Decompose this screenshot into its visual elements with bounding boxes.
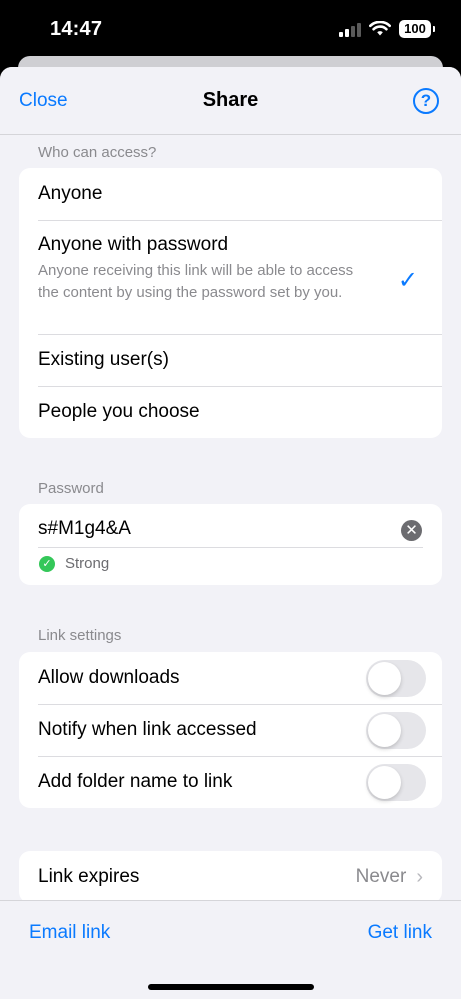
toggle-row-notify: Notify when link accessed: [19, 704, 442, 756]
link-expires-row[interactable]: Link expires Never ›: [19, 851, 442, 903]
signal-icon: [339, 21, 361, 37]
page-title: Share: [202, 89, 259, 111]
help-icon[interactable]: ?: [413, 88, 439, 114]
access-option-existing-users[interactable]: Existing user(s): [19, 334, 442, 386]
status-bar: 14:47 100: [0, 0, 461, 62]
chevron-right-icon: ›: [416, 865, 423, 888]
access-options-card: Anyone Anyone with password Anyone recei…: [19, 168, 442, 438]
divider: [38, 547, 423, 548]
link-settings-header: Link settings: [38, 627, 122, 644]
access-option-label: People you choose: [38, 401, 200, 422]
password-card: s#M1g4&A ✕ ✓ Strong: [19, 504, 442, 585]
access-option-anyone[interactable]: Anyone: [19, 168, 442, 220]
access-option-description: Anyone receiving this link will be able …: [38, 262, 354, 301]
link-expires-value-group: Never ›: [356, 866, 423, 889]
access-option-label: Existing user(s): [38, 349, 169, 370]
share-sheet: Close Share ? Who can access? Anyone Any…: [0, 67, 461, 999]
navigation-bar: Close Share ?: [0, 67, 461, 135]
access-option-people-you-choose[interactable]: People you choose: [19, 386, 442, 438]
battery-icon: 100: [399, 20, 435, 38]
access-section-header: Who can access?: [38, 144, 157, 161]
access-option-label: Anyone with password: [38, 234, 229, 255]
get-link-button[interactable]: Get link: [368, 922, 432, 944]
checkmark-icon: ✓: [397, 267, 418, 294]
toggle-row-allow-downloads: Allow downloads: [19, 652, 442, 704]
clear-icon[interactable]: ✕: [401, 520, 422, 541]
password-strength-label: Strong: [65, 555, 110, 572]
access-option-label: Anyone: [38, 183, 103, 204]
password-field[interactable]: s#M1g4&A: [38, 518, 131, 540]
folder-name-toggle[interactable]: [366, 763, 426, 801]
toggle-label: Add folder name to link: [38, 771, 233, 792]
home-indicator: [148, 984, 314, 990]
toggle-label: Notify when link accessed: [38, 719, 257, 740]
strength-check-icon: ✓: [39, 556, 55, 572]
link-settings-card: Allow downloads Notify when link accesse…: [19, 652, 442, 808]
toggle-label: Allow downloads: [38, 667, 180, 688]
toggle-row-folder-name: Add folder name to link: [19, 756, 442, 808]
wifi-icon: [369, 21, 391, 36]
bottom-toolbar: Email link Get link: [0, 900, 461, 999]
access-option-anyone-with-password[interactable]: Anyone with password Anyone receiving th…: [19, 220, 442, 334]
notify-toggle[interactable]: [366, 711, 426, 749]
password-section-header: Password: [38, 480, 104, 497]
link-expires-label: Link expires: [38, 866, 140, 887]
status-icons: 100: [339, 20, 435, 38]
email-link-button[interactable]: Email link: [29, 922, 110, 944]
link-expires-value: Never: [355, 866, 407, 887]
allow-downloads-toggle[interactable]: [366, 659, 426, 697]
link-expires-card: Link expires Never ›: [19, 851, 442, 903]
status-time: 14:47: [50, 18, 103, 40]
